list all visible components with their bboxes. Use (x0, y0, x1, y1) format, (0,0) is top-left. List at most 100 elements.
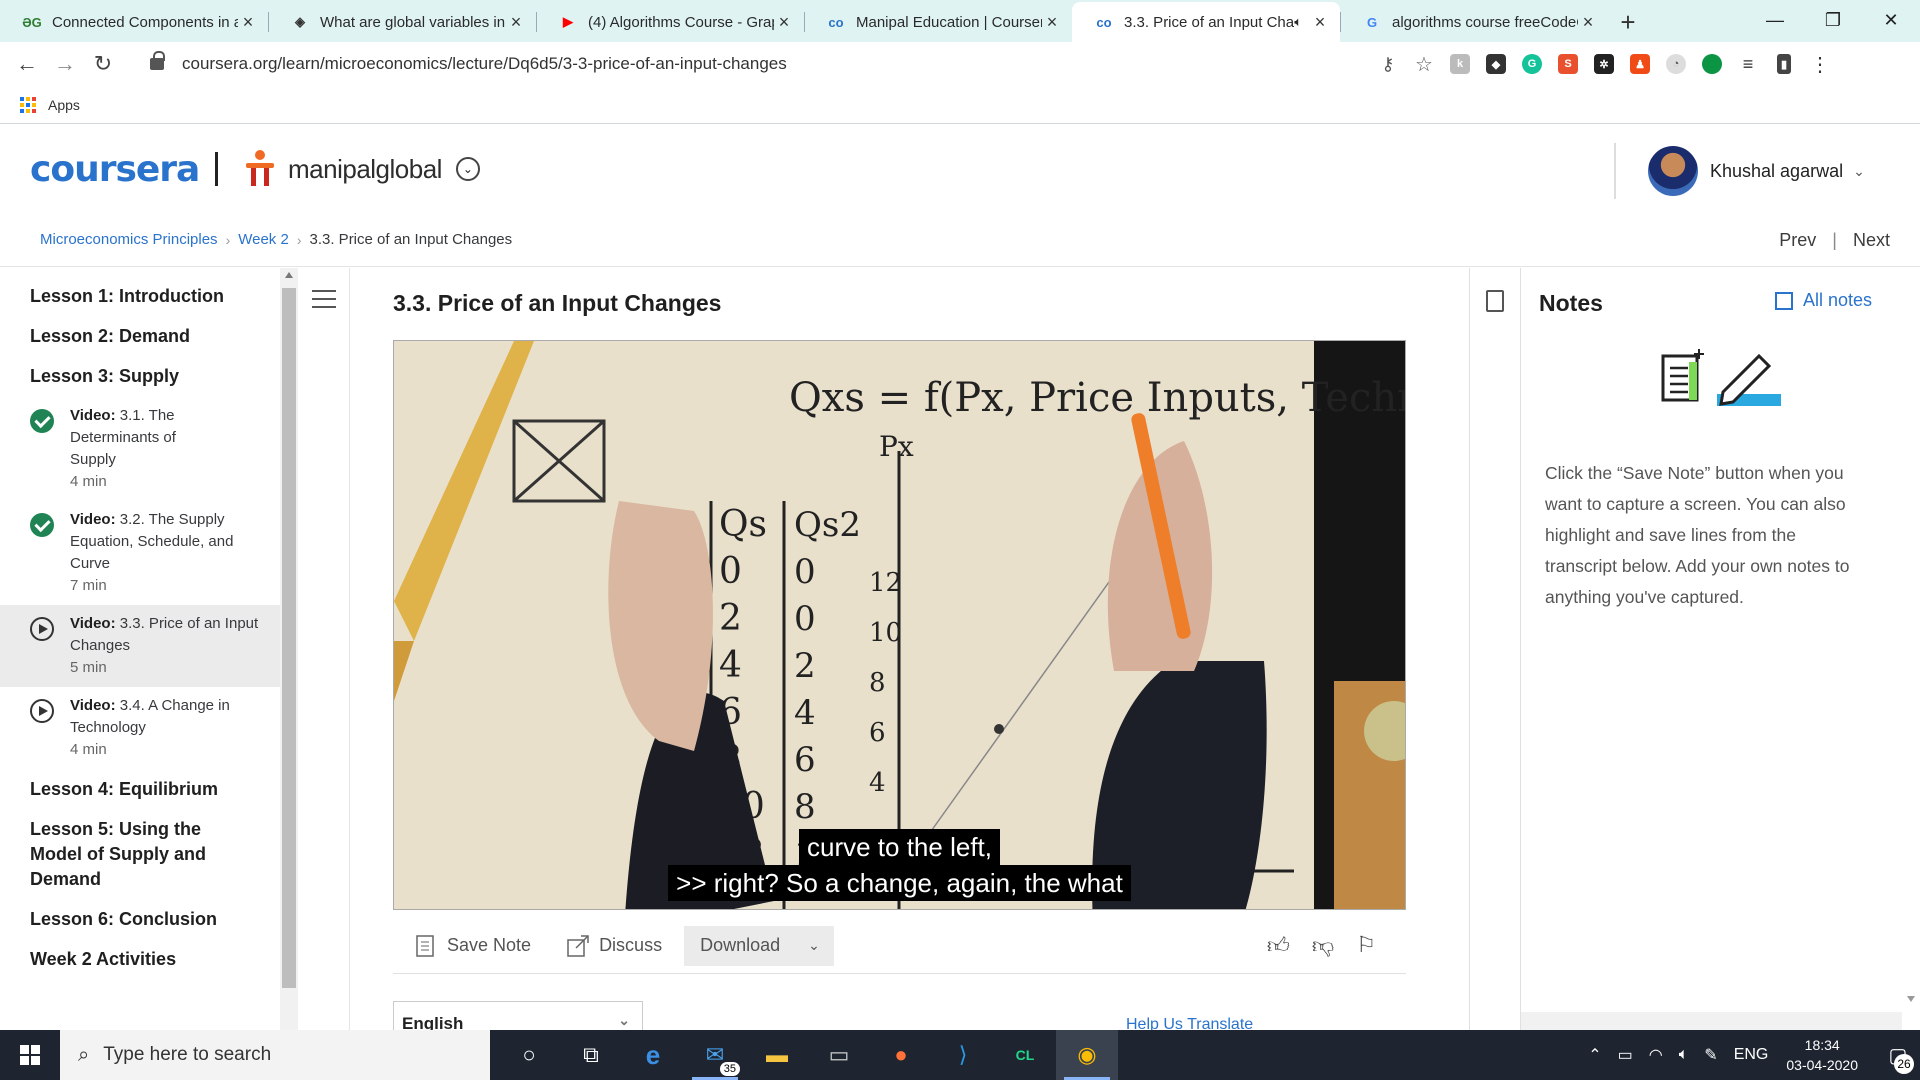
thumbs-up-icon[interactable]: 👍︎ (1267, 932, 1290, 959)
notes-horizontal-scrollbar[interactable] (1521, 1012, 1902, 1030)
edge-icon[interactable]: e (622, 1030, 684, 1080)
close-tab-icon[interactable]: × (1310, 12, 1330, 33)
scrollbar-thumb[interactable] (282, 288, 296, 988)
firefox-icon[interactable]: ● (870, 1030, 932, 1080)
chevron-up-icon[interactable]: ⌃ (1588, 1045, 1601, 1065)
sidebar-item-lesson-1[interactable]: Lesson 1: Introduction (0, 284, 280, 309)
maximize-icon[interactable]: ❐ (1804, 0, 1862, 40)
breadcrumb-week[interactable]: Week 2 (238, 231, 289, 248)
terminal-icon[interactable]: ▭ (808, 1030, 870, 1080)
save-note-button[interactable]: Save Note (415, 934, 532, 957)
media-control-icon[interactable]: ≡ (1730, 42, 1766, 86)
close-window-icon[interactable]: ✕ (1862, 0, 1920, 40)
scroll-up-icon[interactable] (285, 272, 293, 278)
mail-icon[interactable]: ✉ 35 (684, 1030, 746, 1080)
green-dot-icon[interactable] (1694, 42, 1730, 86)
external-link-icon (1774, 291, 1793, 310)
extension-icon[interactable]: k (1442, 42, 1478, 86)
clock-icon[interactable]: ◔ (1658, 42, 1694, 86)
badge-extension-icon[interactable]: S (1550, 42, 1586, 86)
input-language[interactable]: ENG (1734, 1046, 1769, 1064)
shield-icon[interactable]: ◆ (1478, 42, 1514, 86)
battery-icon[interactable]: ▭ (1618, 1045, 1633, 1065)
cortana-icon[interactable]: ○ (498, 1030, 560, 1080)
scroll-down-icon[interactable] (1907, 996, 1915, 1002)
minimize-icon[interactable]: — (1746, 0, 1804, 40)
coursera-logo[interactable]: coursera (30, 149, 200, 190)
sidebar-item-lesson-3[interactable]: Lesson 3: Supply (0, 364, 280, 389)
sidebar-video-item[interactable]: Video: 3.4. A Change in Technology 4 min (0, 687, 250, 769)
start-button[interactable] (0, 1030, 60, 1080)
chrome-icon[interactable]: ◉ (1056, 1030, 1118, 1080)
pen-icon[interactable]: ✎ (1704, 1045, 1717, 1065)
download-dropdown[interactable]: Download ⌄ (684, 925, 835, 966)
taskbar-search[interactable]: ⌕ Type here to search (60, 1030, 490, 1080)
thumbs-down-icon[interactable]: 👎︎ (1312, 932, 1334, 959)
sidebar-item-lesson-5[interactable]: Lesson 5: Using the Model of Supply and … (0, 817, 230, 892)
url-field[interactable]: coursera.org/learn/microeconomics/lectur… (140, 46, 1406, 82)
wifi-icon[interactable]: ◠ (1649, 1045, 1663, 1065)
notification-count: 26 (1894, 1054, 1914, 1074)
reload-icon[interactable]: ↻ (84, 51, 122, 77)
user-menu[interactable]: Khushal agarwal ⌄ (1614, 143, 1865, 199)
browser-tab[interactable]: ƏG Connected Components in ar × (0, 2, 268, 42)
browser-tab[interactable]: co Manipal Education | Coursera × (804, 2, 1072, 42)
profile-icon[interactable]: ▮ (1766, 42, 1802, 86)
back-icon[interactable]: ← (8, 51, 46, 77)
page-scrollbar[interactable] (1902, 268, 1920, 1030)
sidebar-item-lesson-2[interactable]: Lesson 2: Demand (0, 324, 280, 349)
sidebar-video-item[interactable]: Video: 3.1. The Determinants of Supply 4 … (0, 397, 230, 501)
browser-tab[interactable]: ◈ What are global variables in C × (268, 2, 536, 42)
sidebar-video-item[interactable]: Video: 3.3. Price of an Input Changes 5 m… (0, 605, 280, 687)
apps-grid-icon[interactable] (20, 96, 36, 113)
clock[interactable]: 18:34 03-04-2020 (1786, 1035, 1858, 1075)
close-tab-icon[interactable]: × (774, 12, 794, 33)
volume-icon[interactable]: 🔈︎ (1679, 1046, 1689, 1064)
file-explorer-icon[interactable]: ▬ (746, 1030, 808, 1080)
close-tab-icon[interactable]: × (506, 12, 526, 33)
all-notes-link[interactable]: All notes (1774, 290, 1872, 311)
notifications-icon[interactable]: ▢ 26 (1876, 1030, 1920, 1080)
atom-icon[interactable]: ✲ (1586, 42, 1622, 86)
new-tab-button[interactable]: + (1608, 2, 1648, 42)
close-tab-icon[interactable]: × (238, 12, 258, 33)
close-tab-icon[interactable]: × (1578, 12, 1598, 33)
next-button[interactable]: Next (1853, 230, 1890, 251)
sidebar-item-lesson-4[interactable]: Lesson 4: Equilibrium (0, 777, 280, 802)
sidebar-item-week-activities[interactable]: Week 2 Activities (0, 947, 280, 972)
chevron-down-icon: ⌄ (1853, 162, 1865, 179)
browser-tab[interactable]: ▶ (4) Algorithms Course - Grap × (536, 2, 804, 42)
close-tab-icon[interactable]: × (1042, 12, 1062, 33)
menu-dots-icon[interactable]: ⋮ (1802, 42, 1838, 86)
sidebar-scrollbar[interactable] (280, 268, 298, 1030)
task-view-icon[interactable]: ⧉ (560, 1030, 622, 1080)
sidebar-video-item[interactable]: Video: 3.2. The Supply Equation, Schedul… (0, 501, 250, 605)
chevron-down-icon[interactable]: ⌄ (455, 157, 480, 181)
subtitle-overlay: curve to the left, >> right? So a change… (394, 829, 1405, 901)
save-note-label: Save Note (447, 935, 532, 955)
breadcrumb-course[interactable]: Microeconomics Principles (40, 231, 218, 248)
notes-panel-icon[interactable] (1486, 290, 1504, 312)
forward-icon[interactable]: → (46, 51, 84, 77)
video-player[interactable]: Qxs = f(Px, Price Inputs, Technology) Px… (393, 340, 1406, 910)
discuss-button[interactable]: Discuss (567, 934, 662, 957)
star-icon[interactable]: ☆ (1406, 42, 1442, 86)
extension-tray: ⚷ ☆ k ◆ G S ✲ ♟ ◔ ≡ ▮ ⋮ (1370, 42, 1838, 86)
partner-logo[interactable]: manipalglobal ⌄ (242, 149, 480, 189)
clion-icon[interactable]: CL (994, 1030, 1056, 1080)
all-notes-label: All notes (1802, 290, 1872, 310)
sidebar-item-lesson-6[interactable]: Lesson 6: Conclusion (0, 907, 280, 932)
vscode-icon[interactable]: ⟩ (932, 1030, 994, 1080)
whiteboard-value: 2 (719, 598, 742, 639)
person-icon[interactable]: ♟ (1622, 42, 1658, 86)
key-icon[interactable]: ⚷ (1370, 42, 1406, 86)
speaker-icon[interactable]: 🔈︎ (1294, 14, 1302, 30)
flag-icon[interactable]: ⚐ (1356, 932, 1376, 959)
list-icon[interactable] (312, 288, 336, 310)
apps-bookmark[interactable]: Apps (48, 97, 80, 113)
browser-tab[interactable]: Galgorithms course freeCodeC × (1340, 2, 1608, 42)
browser-tab[interactable]: co 3.3. Price of an Input Cha 🔈︎ × (1072, 2, 1340, 42)
prev-button[interactable]: Prev (1779, 230, 1816, 251)
grammarly-icon[interactable]: G (1514, 42, 1550, 86)
video-title: Video: 3.2. The Supply Equation, Schedul… (70, 509, 240, 575)
